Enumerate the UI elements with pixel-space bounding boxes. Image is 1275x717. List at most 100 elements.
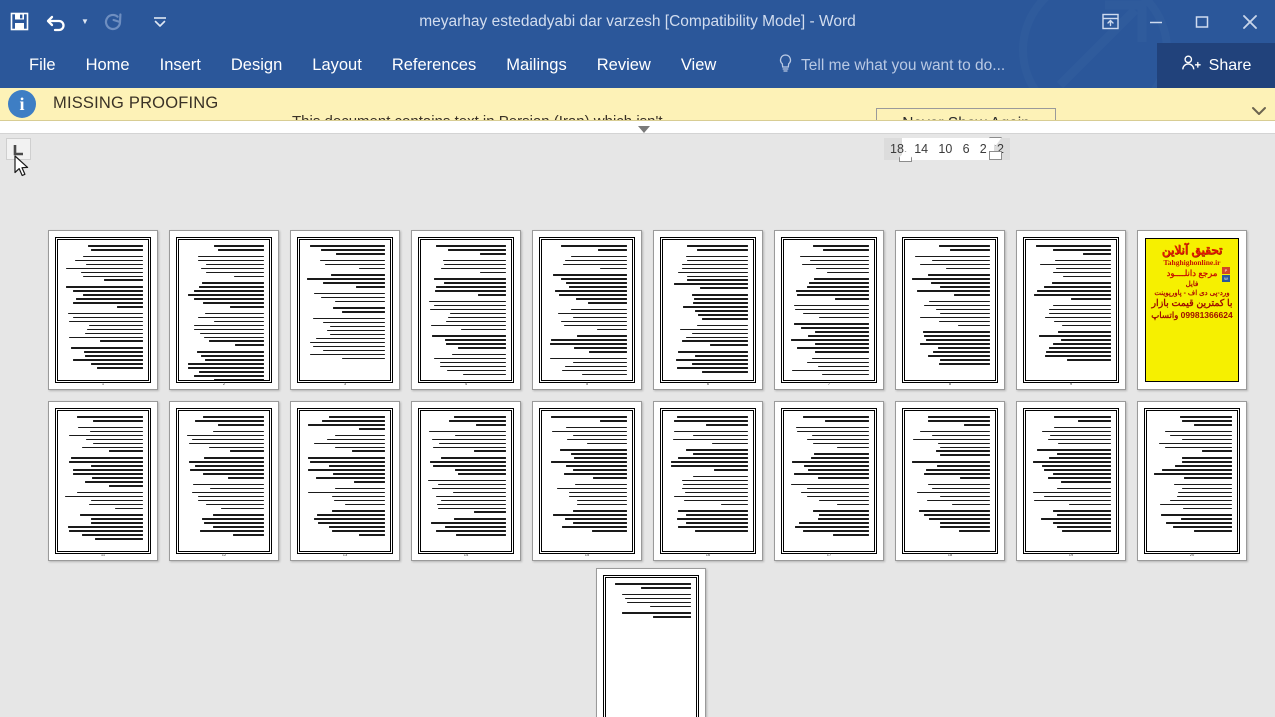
text-paragraph <box>63 286 143 308</box>
tab-layout[interactable]: Layout <box>297 43 377 88</box>
tab-references[interactable]: References <box>377 43 491 88</box>
text-paragraph <box>1152 514 1232 532</box>
text-line <box>1058 442 1111 445</box>
text-line <box>196 351 264 353</box>
text-line <box>559 449 627 451</box>
page-thumbnail[interactable]: 14 <box>411 401 521 561</box>
ad-line-4: فایل <box>1185 281 1199 289</box>
page-thumbnail[interactable]: 15 <box>532 401 642 561</box>
text-line <box>431 335 506 337</box>
text-line <box>576 335 627 337</box>
text-line <box>683 306 748 308</box>
page-thumbnail[interactable]: 17 <box>774 401 884 561</box>
text-line <box>1054 426 1111 429</box>
page-thumbnail[interactable]: 18 <box>895 401 1005 561</box>
message-bar-chevron-down-icon[interactable] <box>1251 104 1267 120</box>
page-thumbnail[interactable]: تحقیق آنلاین Tahghighonline.ir مرجع دانلــ… <box>1137 230 1247 390</box>
text-line <box>197 316 264 319</box>
customize-qat-icon[interactable] <box>132 4 188 40</box>
tab-insert[interactable]: Insert <box>145 43 216 88</box>
text-line <box>683 483 748 486</box>
page-thumbnail[interactable]: 11 <box>48 401 158 561</box>
text-line <box>309 353 385 356</box>
text-line <box>75 259 143 262</box>
share-button[interactable]: Share <box>1157 43 1275 88</box>
text-paragraph <box>1031 282 1111 300</box>
page-thumbnail[interactable]: 16 <box>653 401 763 561</box>
page-number: 16 <box>705 552 711 557</box>
page-thumbnail[interactable]: 12 <box>169 401 279 561</box>
undo-icon[interactable] <box>38 4 76 40</box>
maximize-icon[interactable] <box>1179 7 1225 37</box>
text-line <box>825 419 869 422</box>
text-line <box>1033 491 1111 494</box>
text-line <box>1173 483 1232 486</box>
text-line <box>475 423 506 426</box>
text-line <box>1160 514 1232 516</box>
text-paragraph <box>910 510 990 532</box>
text-line <box>700 287 748 290</box>
text-line <box>681 267 748 270</box>
page-thumbnail[interactable]: 3 <box>290 230 400 390</box>
page-thumbnail[interactable]: 1 <box>48 230 158 390</box>
ribbon-display-options-icon[interactable] <box>1087 7 1133 37</box>
page-thumbnail[interactable]: 13 <box>290 401 400 561</box>
text-line <box>1044 316 1111 319</box>
text-line <box>1053 304 1111 307</box>
minimize-icon[interactable] <box>1133 7 1179 37</box>
page-border-inner <box>541 410 633 552</box>
text-line <box>1159 442 1232 445</box>
text-line <box>573 434 627 437</box>
text-line <box>1048 312 1111 315</box>
text-line <box>678 526 748 528</box>
text-line <box>73 290 143 292</box>
hanging-indent-marker[interactable] <box>989 151 1002 160</box>
left-tab-stop-icon <box>13 144 23 155</box>
text-line <box>1062 530 1111 532</box>
text-line <box>474 511 506 514</box>
text-line <box>1181 457 1232 459</box>
page-thumbnail[interactable]: 8 <box>895 230 1005 390</box>
text-line <box>692 434 748 437</box>
document-canvas[interactable]: 1 2 3 4 5 6 7 8 9 تحقیق آنلاین Tahghighonline.ir مر… <box>0 168 1275 717</box>
tab-design[interactable]: Design <box>216 43 297 88</box>
text-line <box>950 248 990 251</box>
text-paragraph <box>547 510 627 532</box>
text-line <box>329 416 385 418</box>
text-line <box>673 419 748 422</box>
page-thumbnail[interactable]: 6 <box>653 230 763 390</box>
page-thumbnail[interactable]: 9 <box>1016 230 1126 390</box>
text-paragraph <box>305 292 385 303</box>
page-thumbnail[interactable]: 7 <box>774 230 884 390</box>
tell-me-box[interactable]: Tell me what you want to do... <box>778 43 1005 88</box>
tab-mailings[interactable]: Mailings <box>491 43 582 88</box>
tab-home[interactable]: Home <box>71 43 145 88</box>
page-thumbnail[interactable]: 2 <box>169 230 279 390</box>
text-line <box>332 495 385 498</box>
page-thumbnail[interactable]: 19 <box>1016 401 1126 561</box>
tab-file[interactable]: File <box>14 43 71 88</box>
text-paragraph <box>547 245 627 251</box>
text-paragraph <box>63 426 143 453</box>
text-line <box>432 438 506 441</box>
text-line <box>117 306 143 308</box>
horizontal-ruler-area <box>0 134 1275 168</box>
tab-view[interactable]: View <box>666 43 731 88</box>
text-paragraph <box>547 483 627 506</box>
page-thumbnail[interactable]: 5 <box>532 230 642 390</box>
text-line <box>92 442 143 445</box>
save-icon[interactable] <box>0 4 38 40</box>
text-line <box>1182 487 1232 490</box>
page-thumbnail[interactable]: 20 <box>1137 401 1247 561</box>
page-thumbnail[interactable]: 4 <box>411 230 521 390</box>
page-thumbnail[interactable]: 21 <box>596 568 706 717</box>
undo-dropdown-icon[interactable]: ▼ <box>76 4 94 40</box>
tab-review[interactable]: Review <box>582 43 666 88</box>
text-line <box>566 465 627 467</box>
never-show-again-button[interactable]: Never Show Again <box>876 108 1056 120</box>
text-line <box>692 294 748 296</box>
close-icon[interactable] <box>1225 7 1275 37</box>
text-line <box>317 514 385 516</box>
text-line <box>72 469 143 471</box>
text-line <box>912 461 990 463</box>
